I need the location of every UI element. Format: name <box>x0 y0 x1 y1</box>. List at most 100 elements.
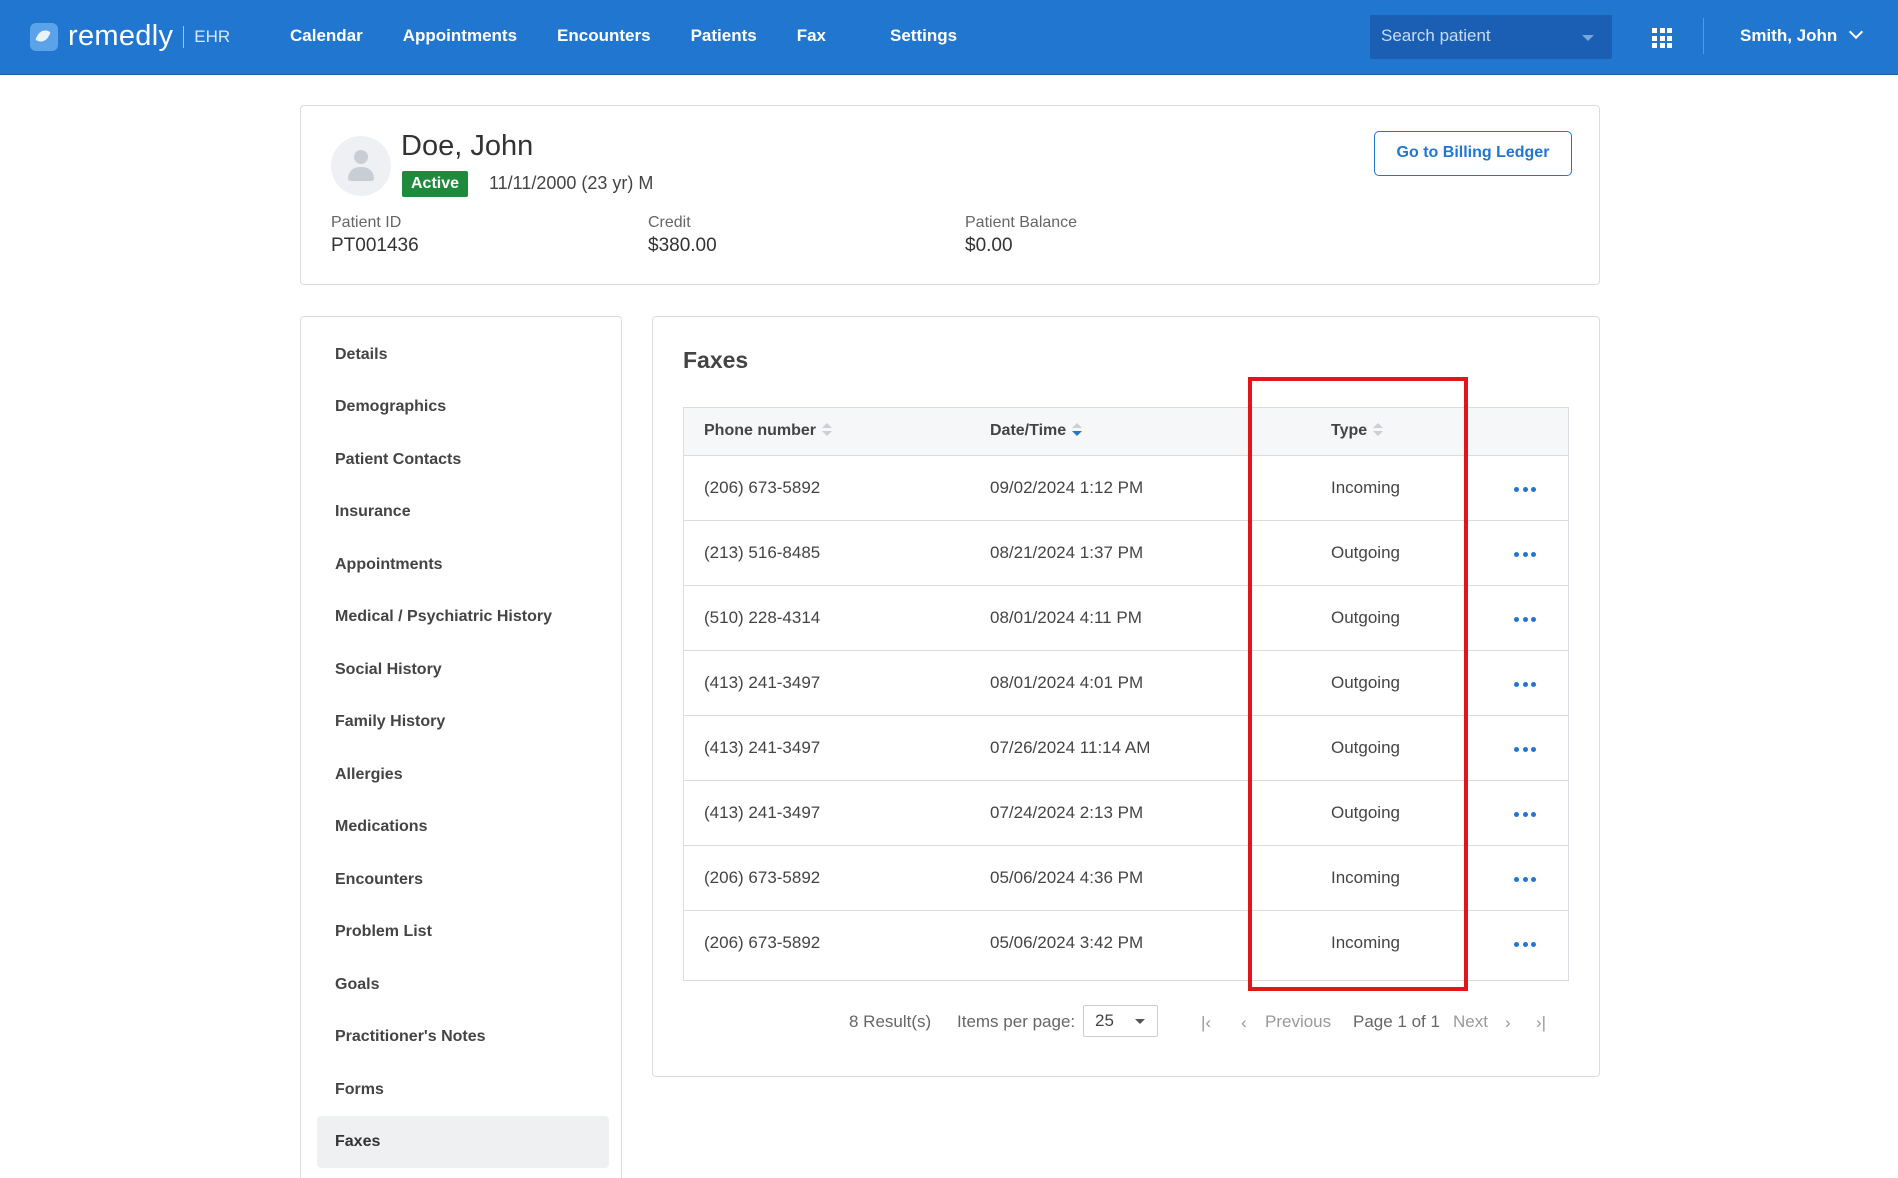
balance-value: $0.00 <box>965 235 1013 256</box>
sidebar-item-medications[interactable]: Medications <box>317 801 609 853</box>
credit-block: Credit $380.00 <box>648 214 717 257</box>
patient-id-label: Patient ID <box>331 214 402 231</box>
type-cell: Outgoing <box>1331 543 1400 562</box>
chevron-right-icon[interactable]: › <box>1505 1013 1511 1033</box>
nav-calendar[interactable]: Calendar <box>290 26 363 46</box>
sidebar-item-forms[interactable]: Forms <box>317 1064 609 1116</box>
nav-encounters[interactable]: Encounters <box>557 26 651 46</box>
next-button[interactable]: Next <box>1453 1012 1488 1032</box>
patient-id-value: PT001436 <box>331 235 419 256</box>
more-actions-icon[interactable] <box>1514 617 1536 623</box>
column-phone-label: Phone number <box>704 422 817 439</box>
results-count: 8 Result(s) <box>849 1012 932 1031</box>
more-actions-icon[interactable] <box>1514 682 1536 688</box>
column-header-type[interactable]: Type <box>1331 421 1384 440</box>
more-actions-icon[interactable] <box>1514 877 1536 883</box>
more-actions-icon[interactable] <box>1514 487 1536 493</box>
phone-cell: (413) 241-3497 <box>704 673 821 692</box>
type-cell: Incoming <box>1331 868 1400 887</box>
sidebar-item-faxes[interactable]: Faxes <box>317 1116 609 1168</box>
column-header-phone[interactable]: Phone number <box>704 421 833 440</box>
items-per-page-label: Items per page: <box>957 1012 1076 1031</box>
patient-sidebar: Details Demographics Patient Contacts In… <box>300 316 622 1178</box>
main-nav: Calendar Appointments Encounters Patient… <box>290 26 997 46</box>
patient-dob: 11/11/2000 (23 yr) M <box>489 173 654 193</box>
header-divider <box>1703 18 1704 54</box>
column-header-datetime[interactable]: Date/Time <box>990 421 1083 440</box>
table-row[interactable]: (510) 228-4314 08/01/2024 4:11 PM Outgoi… <box>684 586 1568 651</box>
datetime-cell: 05/06/2024 3:42 PM <box>990 933 1144 952</box>
avatar <box>331 136 391 196</box>
patient-summary-card: Doe, John Active 11/11/2000 (23 yr) M Pa… <box>300 105 1600 285</box>
sidebar-item-family-history[interactable]: Family History <box>317 696 609 748</box>
sidebar-item-details[interactable]: Details <box>317 329 609 381</box>
phone-cell: (206) 673-5892 <box>704 478 821 497</box>
sort-icon[interactable] <box>822 423 833 437</box>
type-cell: Outgoing <box>1331 673 1400 692</box>
datetime-cell: 08/01/2024 4:11 PM <box>990 608 1142 627</box>
phone-cell: (206) 673-5892 <box>704 868 821 887</box>
more-actions-icon[interactable] <box>1514 747 1536 753</box>
nav-settings[interactable]: Settings <box>890 26 957 46</box>
faxes-panel: Faxes Phone number Date/Time Type (206) … <box>652 316 1600 1077</box>
table-row[interactable]: (213) 516-8485 08/21/2024 1:37 PM Outgoi… <box>684 521 1568 586</box>
datetime-cell: 05/06/2024 4:36 PM <box>990 868 1144 887</box>
leaf-logo-icon <box>30 22 58 51</box>
apps-grid-icon[interactable] <box>1652 28 1672 48</box>
column-datetime-label: Date/Time <box>990 422 1067 439</box>
column-type-label: Type <box>1331 422 1368 439</box>
datetime-cell: 08/21/2024 1:37 PM <box>990 543 1144 562</box>
first-page-icon[interactable]: |‹ <box>1201 1013 1211 1033</box>
sidebar-item-demographics[interactable]: Demographics <box>317 381 609 433</box>
type-cell: Outgoing <box>1331 738 1400 757</box>
items-per-page-select[interactable]: 25 <box>1083 1005 1158 1037</box>
table-row[interactable]: (413) 241-3497 07/26/2024 11:14 AM Outgo… <box>684 716 1568 781</box>
table-row[interactable]: (413) 241-3497 07/24/2024 2:13 PM Outgoi… <box>684 781 1568 846</box>
nav-appointments[interactable]: Appointments <box>403 26 517 46</box>
items-per-page-value: 25 <box>1095 1011 1114 1030</box>
datetime-cell: 09/02/2024 1:12 PM <box>990 478 1144 497</box>
sort-desc-icon[interactable] <box>1072 423 1083 437</box>
sidebar-item-problem-list[interactable]: Problem List <box>317 906 609 958</box>
table-row[interactable]: (206) 673-5892 09/02/2024 1:12 PM Incomi… <box>684 456 1568 521</box>
type-cell: Outgoing <box>1331 608 1400 627</box>
sidebar-item-encounters[interactable]: Encounters <box>317 854 609 906</box>
credit-label: Credit <box>648 214 691 231</box>
chevron-down-icon[interactable] <box>1582 35 1594 41</box>
datetime-cell: 08/01/2024 4:01 PM <box>990 673 1144 692</box>
phone-cell: (413) 241-3497 <box>704 738 821 757</box>
table-row[interactable]: (206) 673-5892 05/06/2024 4:36 PM Incomi… <box>684 846 1568 911</box>
faxes-table: Phone number Date/Time Type (206) 673-58… <box>683 407 1569 981</box>
brand-name: remedly <box>68 20 174 52</box>
credit-value: $380.00 <box>648 235 717 256</box>
search-patient-input[interactable]: Search patient <box>1370 15 1612 59</box>
sidebar-item-social-history[interactable]: Social History <box>317 644 609 696</box>
sidebar-item-allergies[interactable]: Allergies <box>317 749 609 801</box>
table-header: Phone number Date/Time Type <box>684 408 1568 456</box>
sidebar-item-appointments[interactable]: Appointments <box>317 539 609 591</box>
billing-ledger-button[interactable]: Go to Billing Ledger <box>1374 131 1572 176</box>
sort-icon[interactable] <box>1373 423 1384 437</box>
sidebar-item-goals[interactable]: Goals <box>317 959 609 1011</box>
table-row[interactable]: (206) 673-5892 05/06/2024 3:42 PM Incomi… <box>684 911 1568 976</box>
sidebar-item-medical-history[interactable]: Medical / Psychiatric History <box>317 591 609 643</box>
app-logo[interactable]: remedly EHR <box>30 20 230 53</box>
search-placeholder: Search patient <box>1381 26 1491 45</box>
sidebar-item-insurance[interactable]: Insurance <box>317 486 609 538</box>
chevron-left-icon[interactable]: ‹ <box>1241 1013 1247 1033</box>
previous-button[interactable]: Previous <box>1265 1012 1331 1032</box>
patient-id-block: Patient ID PT001436 <box>331 214 419 257</box>
more-actions-icon[interactable] <box>1514 942 1536 948</box>
more-actions-icon[interactable] <box>1514 812 1536 818</box>
last-page-icon[interactable]: ›| <box>1536 1013 1546 1033</box>
brand-sub: EHR <box>194 26 231 46</box>
sidebar-item-patient-contacts[interactable]: Patient Contacts <box>317 434 609 486</box>
phone-cell: (213) 516-8485 <box>704 543 821 562</box>
nav-patients[interactable]: Patients <box>691 26 757 46</box>
table-row[interactable]: (413) 241-3497 08/01/2024 4:01 PM Outgoi… <box>684 651 1568 716</box>
sidebar-item-practitioners-notes[interactable]: Practitioner's Notes <box>317 1011 609 1063</box>
user-menu[interactable]: Smith, John <box>1740 24 1864 46</box>
nav-fax[interactable]: Fax <box>797 26 826 46</box>
patient-name: Doe, John <box>401 130 534 162</box>
more-actions-icon[interactable] <box>1514 552 1536 558</box>
